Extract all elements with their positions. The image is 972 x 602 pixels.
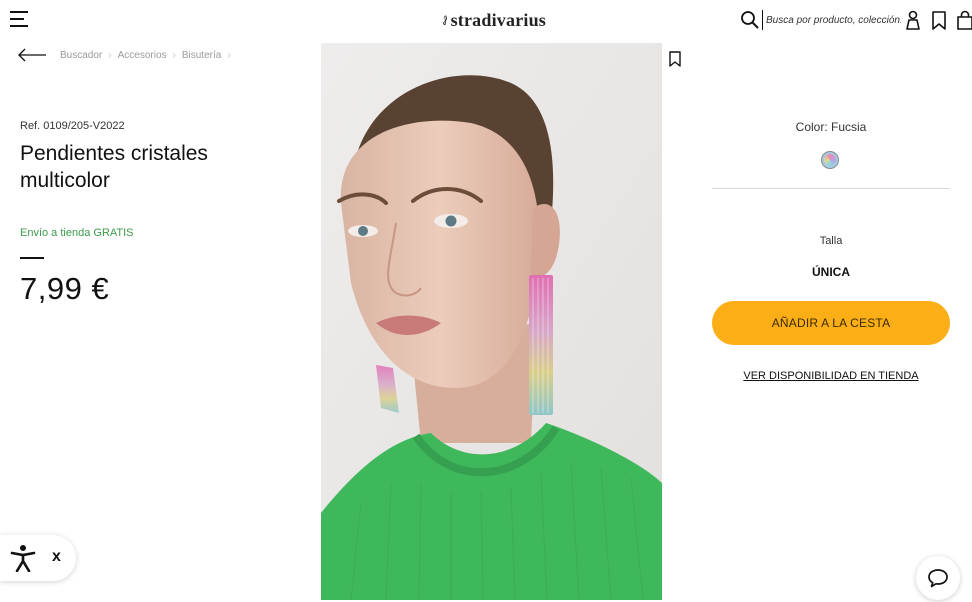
breadcrumb-item[interactable]: Accesorios bbox=[118, 50, 167, 61]
search-input[interactable] bbox=[762, 10, 901, 30]
color-label: Color: Fucsia bbox=[795, 120, 867, 134]
breadcrumb-separator-icon: › bbox=[172, 50, 176, 61]
product-title: Pendientes cristales multicolor bbox=[20, 142, 208, 192]
search-icon[interactable] bbox=[740, 10, 760, 30]
breadcrumb: Buscador › Accesorios › Bisutería › bbox=[60, 50, 231, 61]
color-swatch-fucsia[interactable] bbox=[821, 151, 839, 169]
logo-clef-icon bbox=[443, 15, 447, 26]
back-arrow-icon[interactable] bbox=[18, 48, 48, 62]
cart-icon[interactable] bbox=[956, 10, 972, 30]
store-availability-link[interactable]: VER DISPONIBILIDAD EN TIENDA bbox=[712, 370, 950, 382]
logo-text: stradivarius bbox=[450, 9, 546, 30]
breadcrumb-separator-icon: › bbox=[227, 50, 231, 61]
close-icon[interactable]: x bbox=[52, 548, 61, 566]
product-price: 7,99 € bbox=[20, 271, 110, 306]
accessibility-widget[interactable]: x bbox=[0, 535, 76, 581]
breadcrumb-item[interactable]: Buscador bbox=[60, 50, 102, 61]
save-bookmark-icon[interactable] bbox=[668, 51, 682, 67]
add-to-cart-button[interactable]: AÑADIR A LA CESTA bbox=[712, 301, 950, 345]
divider bbox=[712, 188, 950, 189]
user-icon[interactable] bbox=[904, 10, 922, 30]
shipping-info: Envío a tienda GRATIS bbox=[20, 227, 134, 239]
chat-button[interactable] bbox=[916, 556, 960, 600]
menu-icon[interactable] bbox=[10, 10, 30, 28]
accessibility-icon[interactable] bbox=[10, 544, 36, 572]
chat-bubble-icon bbox=[928, 569, 948, 588]
price-divider bbox=[20, 257, 44, 259]
size-label: Talla bbox=[819, 235, 843, 247]
product-image[interactable] bbox=[321, 43, 662, 600]
model-photo bbox=[321, 43, 662, 600]
stradivarius-logo[interactable]: stradivarius bbox=[442, 6, 546, 34]
breadcrumb-separator-icon: › bbox=[108, 50, 112, 61]
wishlist-icon[interactable] bbox=[930, 10, 948, 30]
product-reference: Ref. 0109/205-V2022 bbox=[20, 120, 125, 132]
breadcrumb-item[interactable]: Bisutería bbox=[182, 50, 221, 61]
size-value[interactable]: ÚNICA bbox=[712, 265, 950, 279]
